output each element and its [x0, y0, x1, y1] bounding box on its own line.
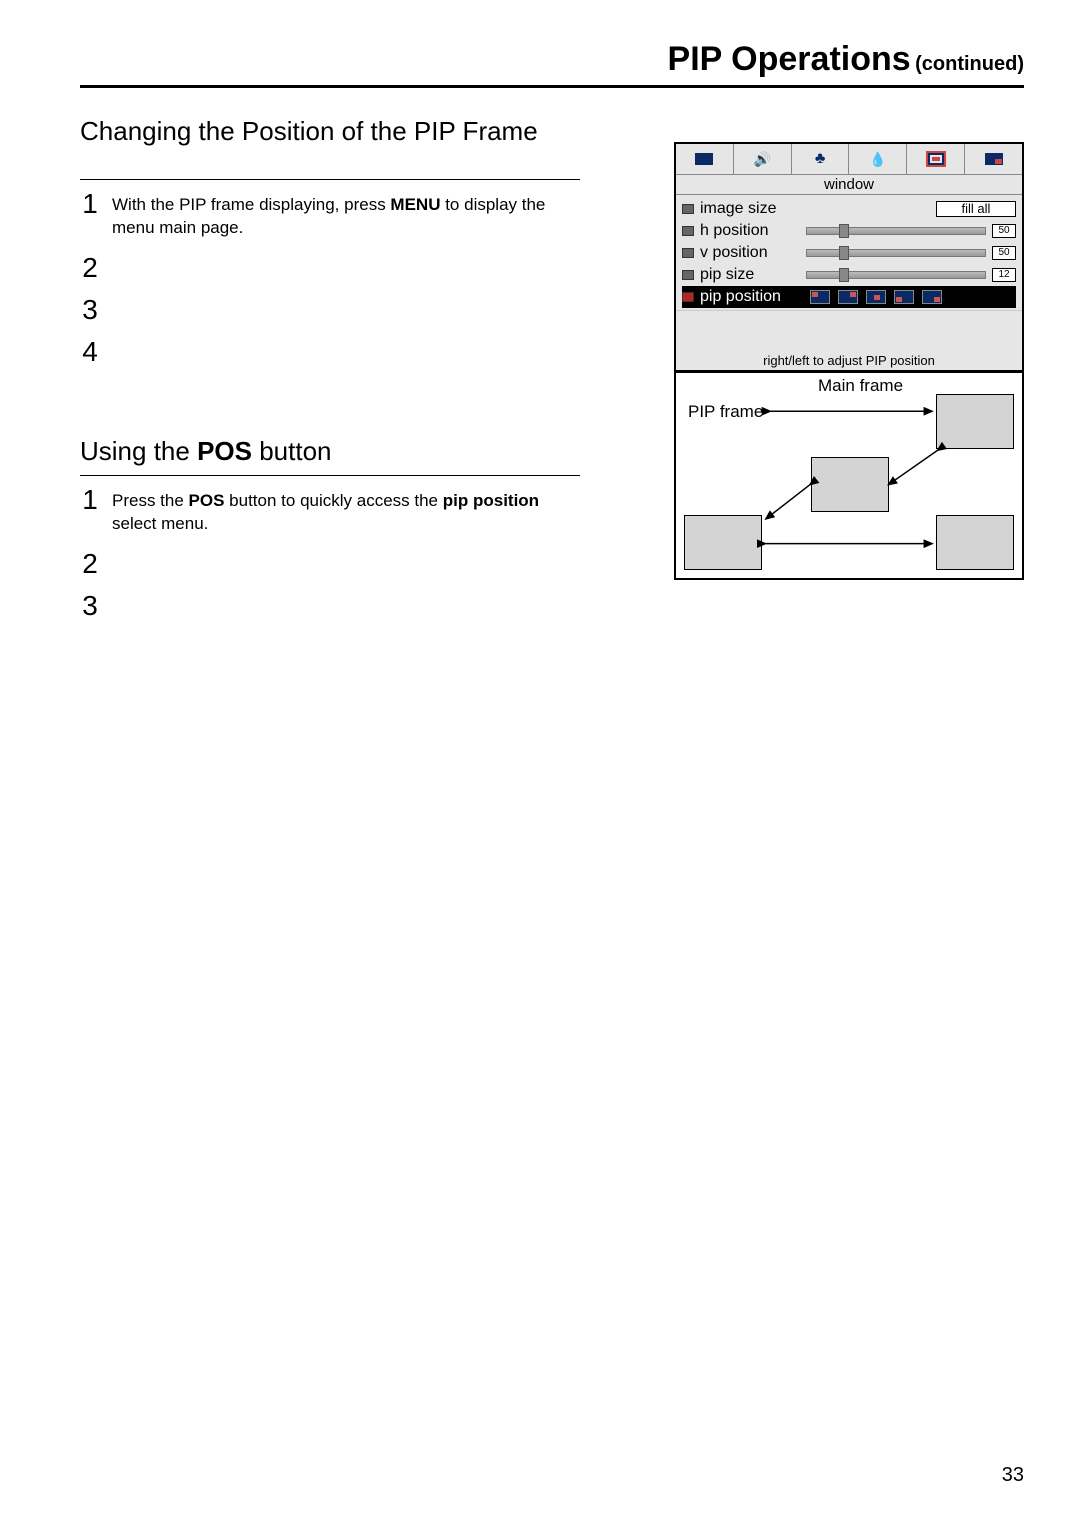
osd-tab-setup-icon — [792, 144, 850, 174]
header-continued: (continued) — [915, 53, 1024, 75]
step-number: 2 — [80, 550, 100, 578]
bullet-icon — [682, 292, 694, 302]
bullet-icon — [682, 270, 694, 280]
step-number: 2 — [80, 254, 100, 282]
section2-step-3: 3 — [80, 592, 580, 620]
pip-pos-bl-icon — [894, 290, 914, 304]
osd-menu-figure: window image size fill all h position 50… — [674, 142, 1024, 373]
pip-position-options — [810, 290, 942, 304]
osd-hint: right/left to adjust PIP position — [676, 350, 1022, 371]
step-number: 4 — [80, 338, 100, 366]
h-position-value: 50 — [992, 224, 1016, 238]
step-2: 2 — [80, 254, 580, 282]
osd-tab-label: window — [676, 175, 1022, 195]
step-4: 4 — [80, 338, 580, 366]
step-3: 3 — [80, 296, 580, 324]
step-number: 3 — [80, 592, 100, 620]
bullet-icon — [682, 204, 694, 214]
pip-size-value: 12 — [992, 268, 1016, 282]
step-text: With the PIP frame displaying, press MEN… — [112, 190, 580, 240]
step-1: 1 With the PIP frame displaying, press M… — [80, 190, 580, 240]
step-number: 1 — [80, 190, 100, 218]
pip-layout-diagram: Main frame PIP frame — [674, 370, 1024, 580]
pip-pos-tl-icon — [810, 290, 830, 304]
pip-pos-c-icon — [866, 290, 886, 304]
arrows-icon — [676, 372, 1022, 578]
image-size-value: fill all — [936, 201, 1016, 217]
osd-tab-screen-icon — [676, 144, 734, 174]
section1-steps: 1 With the PIP frame displaying, press M… — [80, 179, 580, 620]
page-number: 33 — [1002, 1464, 1024, 1487]
header-title: PIP Operations — [668, 40, 911, 78]
bullet-icon — [682, 248, 694, 258]
osd-tab-picture-icon — [849, 144, 907, 174]
slider-icon — [806, 271, 986, 279]
slider-icon — [806, 249, 986, 257]
osd-tab-pip-icon — [965, 144, 1022, 174]
osd-row-pip-position: pip position — [682, 286, 1016, 308]
osd-row-v-position: v position 50 — [682, 242, 1016, 264]
slider-icon — [806, 227, 986, 235]
section2-step-1: 1 Press the POS button to quickly access… — [80, 486, 580, 536]
step-text: Press the POS button to quickly access t… — [112, 486, 580, 536]
bullet-icon — [682, 226, 694, 236]
pip-pos-tr-icon — [838, 290, 858, 304]
step-number: 1 — [80, 486, 100, 514]
osd-tab-sound-icon — [734, 144, 792, 174]
osd-row-pip-size: pip size 12 — [682, 264, 1016, 286]
osd-tab-window-icon — [907, 144, 965, 174]
step-number: 3 — [80, 296, 100, 324]
section2-step-2: 2 — [80, 550, 580, 578]
v-position-value: 50 — [992, 246, 1016, 260]
pip-pos-br-icon — [922, 290, 942, 304]
osd-row-image-size: image size fill all — [682, 198, 1016, 220]
osd-tabs — [676, 144, 1022, 175]
osd-row-h-position: h position 50 — [682, 220, 1016, 242]
section2-title: Using the POS button — [80, 436, 580, 467]
page-header: PIP Operations (continued) — [80, 40, 1024, 88]
